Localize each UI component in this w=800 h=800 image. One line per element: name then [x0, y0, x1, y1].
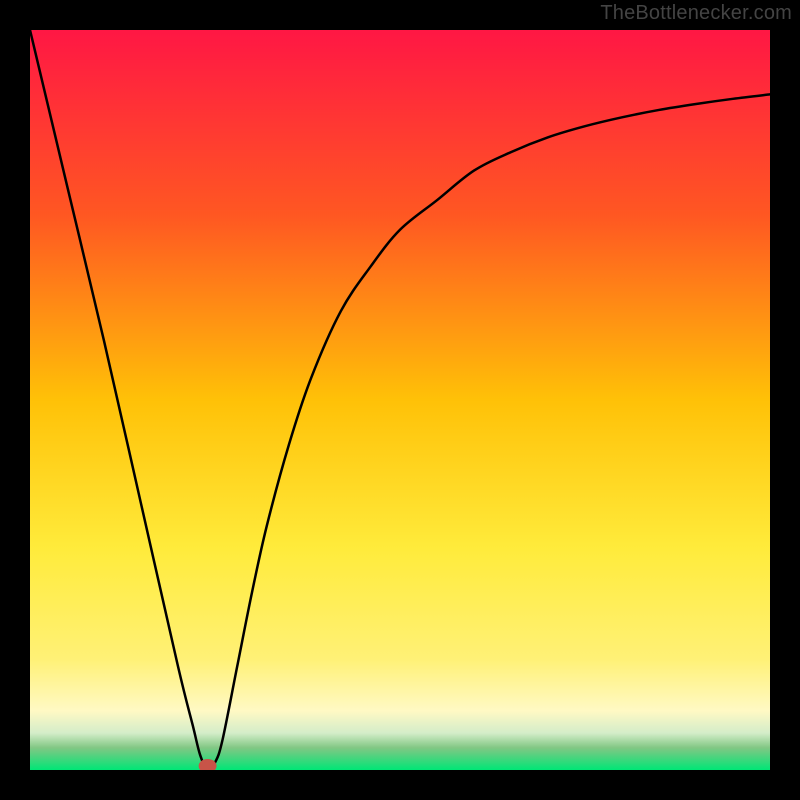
chart-container: TheBottlenecker.com [0, 0, 800, 800]
plot-area [30, 30, 770, 770]
chart-svg [30, 30, 770, 770]
attribution-text: TheBottlenecker.com [600, 2, 792, 25]
gradient-background [30, 30, 770, 770]
